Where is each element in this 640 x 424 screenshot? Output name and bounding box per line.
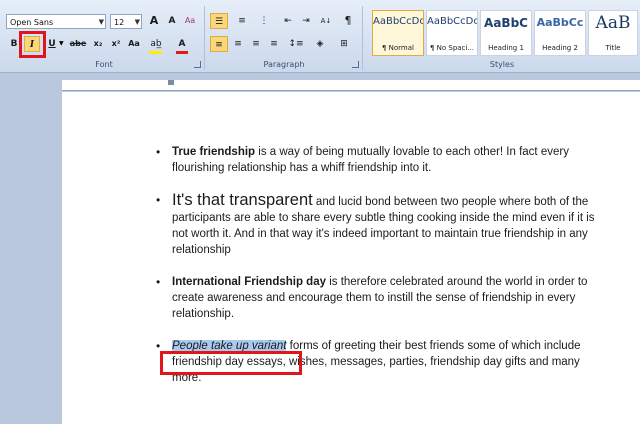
font-size-value: 12: [114, 18, 125, 27]
show-formatting-button[interactable]: ¶: [340, 13, 356, 29]
increase-indent-button[interactable]: ⇥: [298, 13, 314, 29]
document-page[interactable]: True friendship is a way of being mutual…: [62, 92, 640, 424]
grow-font-button[interactable]: A: [146, 13, 162, 29]
shrink-font-button[interactable]: A: [164, 13, 180, 29]
style-heading-2[interactable]: AaBbCc Heading 2: [534, 10, 586, 56]
style-sample: AaBbCc: [536, 16, 584, 29]
multilevel-list-button[interactable]: ⋮: [256, 13, 272, 29]
style-sample: AaBbC: [484, 16, 528, 30]
list-item-lead: True friendship: [172, 146, 256, 158]
align-right-icon: ≡: [252, 39, 260, 49]
list-item[interactable]: It's that transparent and lucid bond bet…: [156, 191, 602, 258]
style-normal[interactable]: AaBbCcDc ¶ Normal: [372, 10, 424, 56]
font-group-label: Font: [95, 60, 113, 69]
borders-icon: ⊞: [340, 39, 348, 49]
font-dialog-launcher-icon[interactable]: [194, 61, 201, 68]
horizontal-ruler[interactable]: [62, 80, 640, 91]
list-item-lead: International Friendship day: [172, 276, 326, 288]
paragraph-group: ☰ ≡ ⋮ ⇤ ⇥ A↓ ¶ ≡ ≡ ≡ ≡ ↕≡ ◈ ⊞ Paragraph: [206, 6, 363, 70]
style-name: Heading 1: [488, 44, 524, 52]
align-center-icon: ≡: [234, 39, 242, 49]
style-name: ¶ Normal: [381, 44, 414, 52]
line-spacing-button[interactable]: ↕≡: [288, 36, 304, 52]
multilevel-list-icon: ⋮: [259, 16, 269, 26]
font-color-swatch: [176, 51, 188, 54]
font-group: Open Sans ▼ 12 ▼ A A Aa B I U ▼ abe x₂ x…: [4, 6, 205, 70]
align-right-button[interactable]: ≡: [248, 36, 264, 52]
indent-marker[interactable]: [168, 80, 174, 85]
style-no-spacing[interactable]: AaBbCcDc ¶ No Spaci...: [426, 10, 478, 56]
italic-highlight-box: [19, 31, 46, 58]
styles-group-label: Styles: [489, 60, 515, 69]
change-case-button[interactable]: Aa: [126, 36, 142, 52]
list-item[interactable]: International Friendship day is therefor…: [156, 274, 602, 322]
font-color-button[interactable]: A: [174, 36, 190, 52]
chevron-down-icon[interactable]: ▼: [99, 15, 104, 30]
bullet-list-icon: ☰: [214, 17, 224, 27]
paragraph-dialog-launcher-icon[interactable]: [352, 61, 359, 68]
list-item[interactable]: True friendship is a way of being mutual…: [156, 144, 602, 176]
align-left-button[interactable]: ≡: [210, 36, 228, 52]
align-left-icon: ≡: [215, 40, 223, 50]
align-center-button[interactable]: ≡: [230, 36, 246, 52]
style-sample: AaBbCcDc: [427, 16, 477, 27]
decrease-indent-icon: ⇤: [284, 16, 292, 26]
paint-bucket-icon: ◈: [316, 39, 324, 49]
styles-group: AaBbCcDc ¶ Normal AaBbCcDc ¶ No Spaci...…: [364, 6, 640, 70]
paragraph-group-label: Paragraph: [263, 60, 305, 69]
justify-button[interactable]: ≡: [266, 36, 282, 52]
strikethrough-button[interactable]: abe: [68, 36, 88, 52]
shading-button[interactable]: ◈: [312, 36, 328, 52]
style-name: Heading 2: [542, 44, 578, 52]
ribbon: Open Sans ▼ 12 ▼ A A Aa B I U ▼ abe x₂ x…: [0, 0, 640, 73]
font-size-combobox[interactable]: 12 ▼: [110, 14, 142, 29]
highlighter-icon: ab̲: [150, 39, 162, 49]
underline-button[interactable]: U: [44, 36, 60, 52]
borders-button[interactable]: ⊞: [336, 36, 352, 52]
style-heading-1[interactable]: AaBbC Heading 1: [480, 10, 532, 56]
increase-indent-icon: ⇥: [302, 16, 310, 26]
font-name-value: Open Sans: [10, 18, 54, 27]
selection-highlight-box: [160, 351, 302, 375]
style-name: ¶ No Spaci...: [429, 44, 475, 52]
highlight-color-swatch: [149, 51, 162, 54]
font-name-combobox[interactable]: Open Sans ▼: [6, 14, 106, 29]
decrease-indent-button[interactable]: ⇤: [280, 13, 296, 29]
chevron-down-icon[interactable]: ▼: [135, 15, 140, 30]
justify-icon: ≡: [270, 39, 278, 49]
bullets-button[interactable]: ☰: [210, 13, 228, 29]
style-sample: AaB: [595, 13, 631, 33]
numbered-list-icon: ≡: [238, 16, 246, 26]
style-sample: AaBbCcDc: [373, 16, 423, 27]
list-item-lead: It's that transparent: [172, 191, 313, 209]
sort-button[interactable]: A↓: [318, 13, 334, 29]
style-title[interactable]: AaB Title: [588, 10, 638, 56]
chevron-down-icon[interactable]: ▼: [59, 40, 64, 47]
highlight-color-button[interactable]: ab̲: [148, 36, 164, 52]
superscript-button[interactable]: x²: [108, 36, 124, 52]
line-spacing-icon: ↕≡: [288, 39, 304, 49]
subscript-button[interactable]: x₂: [90, 36, 106, 52]
style-name: Title: [605, 44, 621, 52]
clear-formatting-button[interactable]: Aa: [182, 13, 198, 29]
numbering-button[interactable]: ≡: [234, 13, 250, 29]
